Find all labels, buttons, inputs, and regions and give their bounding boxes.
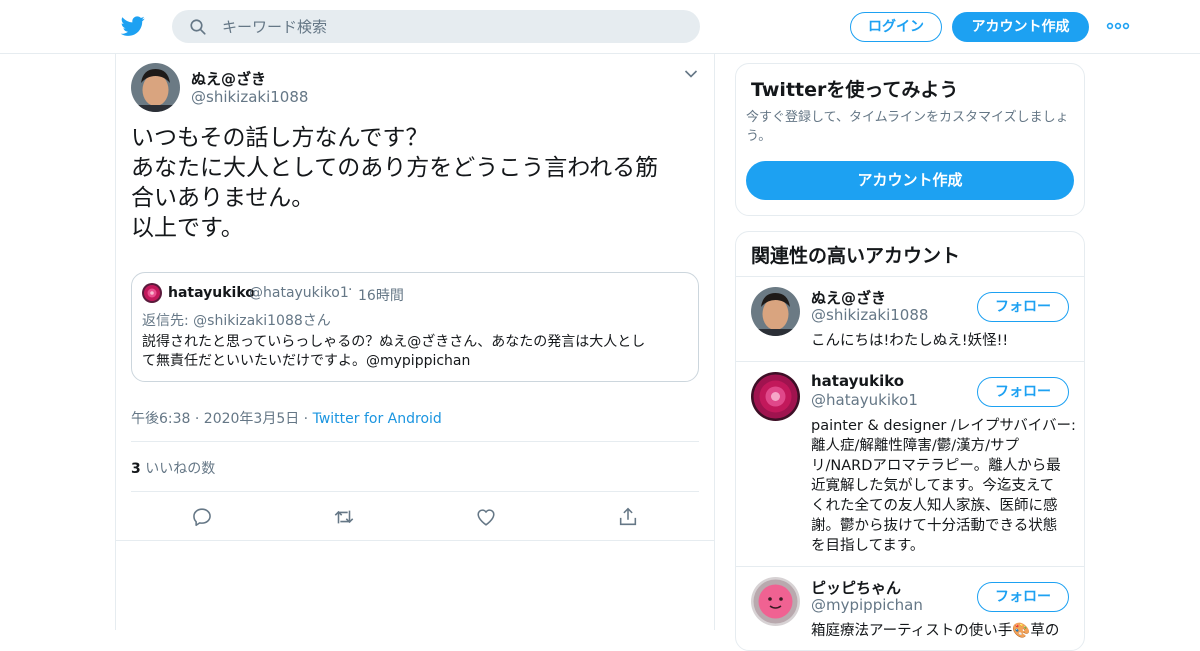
bio-line: 箱庭療法アーティストの使い手🎨草の <box>811 623 1060 639</box>
follow-button[interactable]: フォロー <box>977 292 1069 322</box>
tweet-text-line: 合いありません。 <box>131 185 315 211</box>
like-icon[interactable] <box>475 506 497 528</box>
tweet-text-line: いつもその話し方なんです？ <box>131 125 429 151</box>
account-bio: 箱庭療法アーティストの使い手🎨草の <box>811 621 1073 641</box>
quote-author-name: hatayukiko <box>168 285 255 301</box>
bio-line: を目指してます。 <box>811 538 925 554</box>
divider <box>131 491 699 492</box>
retweet-icon[interactable] <box>333 506 355 528</box>
search-bar[interactable] <box>172 10 700 43</box>
account-avatar[interactable] <box>751 372 800 421</box>
likes-count[interactable]: 3 いいねの数 <box>131 458 215 478</box>
tweet-text-line: あなたに大人としてのあり方をどうこう言われる筋 <box>131 155 659 181</box>
description-line: 今すぐ登録して、タイムラインをカスタマイズしましょ <box>746 110 1069 125</box>
account-avatar[interactable] <box>751 287 800 336</box>
account-name[interactable]: ぬえ@ざき <box>811 287 886 308</box>
quote-text-line: 説得されたと思っていらっしゃるの？ぬえ@ざきさん、あなたの発言は大人とし <box>142 334 646 350</box>
account-avatar[interactable] <box>751 577 800 626</box>
tweet: ぬえ@ざき @shikizaki1088 いつもその話し方なんです？ あなたに大… <box>116 53 714 541</box>
tweet-timestamp[interactable]: 午後6:38 · 2020年3月5日 · <box>131 411 313 427</box>
signup-button[interactable]: アカウント作成 <box>952 12 1089 42</box>
more-options-icon[interactable] <box>1106 22 1130 30</box>
related-accounts-header: 関連性の高いアカウント <box>736 232 1084 277</box>
chevron-down-icon[interactable] <box>684 69 698 79</box>
bio-line: リ/NARDアロマテラピー。離人から最 <box>811 458 1061 474</box>
quote-time: 16時間 <box>358 288 404 304</box>
create-account-button[interactable]: アカウント作成 <box>746 161 1074 200</box>
account-name[interactable]: ピッピちゃん <box>811 577 901 598</box>
author-name[interactable]: ぬえ@ざき <box>191 68 266 89</box>
tweet-text: いつもその話し方なんです？ あなたに大人としてのあり方をどうこう言われる筋 合い… <box>131 123 701 243</box>
bio-line: こんにちは!わたしぬえ!妖怪!! <box>811 333 1009 349</box>
author-avatar[interactable] <box>131 63 180 112</box>
reply-icon[interactable] <box>191 506 213 528</box>
account-handle[interactable]: @shikizaki1088 <box>811 306 928 324</box>
follow-button[interactable]: フォロー <box>977 377 1069 407</box>
bio-line: 近寛解した気がしてます。今迄支えて <box>811 478 1055 494</box>
follow-button[interactable]: フォロー <box>977 582 1069 612</box>
bio-line: 謝。鬱から抜けて十分活動できる状態 <box>811 518 1058 534</box>
search-icon <box>190 19 206 35</box>
top-bar: ログイン アカウント作成 <box>0 0 1200 54</box>
related-accounts-title: 関連性の高いアカウント <box>751 245 961 267</box>
quoted-tweet[interactable]: hatayukiko @hatayukiko1 · 16時間 返信先: @shi… <box>131 272 699 382</box>
author-handle[interactable]: @shikizaki1088 <box>191 88 308 106</box>
signup-prompt-title: Twitterを使ってみよう <box>751 79 959 101</box>
quote-text-line: て無責任だといいたいだけですよ。@mypippichan <box>142 353 471 369</box>
bio-line: painter & designer /レイプサバイバー: <box>811 418 1076 434</box>
share-icon[interactable] <box>617 506 639 528</box>
account-bio: painter & designer /レイプサバイバー: 離人症/解離性障害/… <box>811 416 1076 556</box>
related-account[interactable]: ぬえ@ざき @shikizaki1088 フォロー こんにちは!わたしぬえ!妖怪… <box>736 277 1084 362</box>
quote-reply-to: 返信先: @shikizaki1088さん <box>142 313 331 329</box>
related-account[interactable]: ピッピちゃん @mypippichan フォロー 箱庭療法アーティストの使い手🎨… <box>736 567 1084 650</box>
quote-text: 説得されたと思っていらっしゃるの？ぬえ@ざきさん、あなたの発言は大人とし て無責… <box>142 333 692 371</box>
bio-line: 離人症/解離性障害/鬱/漢方/サプ <box>811 438 1020 454</box>
account-bio: こんにちは!わたしぬえ!妖怪!! <box>811 331 1073 351</box>
twitter-logo-icon[interactable] <box>120 14 146 38</box>
quote-separator: · <box>348 282 353 298</box>
tweet-metadata: 午後6:38 · 2020年3月5日 · Twitter for Android <box>131 408 442 428</box>
quote-author-handle: @hatayukiko1 <box>249 285 349 301</box>
likes-number: 3 <box>131 461 141 477</box>
tweet-column: ぬえ@ざき @shikizaki1088 いつもその話し方なんです？ あなたに大… <box>115 53 715 630</box>
signup-prompt-description: 今すぐ登録して、タイムラインをカスタマイズしましょ う。 <box>746 108 1078 146</box>
bio-line: くれた全ての友人知人家族、医師に感 <box>811 498 1058 514</box>
description-line: う。 <box>746 129 772 144</box>
divider <box>131 441 699 442</box>
search-input[interactable] <box>222 10 682 43</box>
tweet-source-link[interactable]: Twitter for Android <box>313 411 442 427</box>
likes-label: いいねの数 <box>145 461 216 477</box>
related-account[interactable]: hatayukiko @hatayukiko1 フォロー painter & d… <box>736 362 1084 567</box>
login-button[interactable]: ログイン <box>850 12 942 42</box>
account-handle[interactable]: @mypippichan <box>811 596 923 614</box>
related-accounts-card: 関連性の高いアカウント ぬえ@ざき @shikizaki1088 フォロー こん… <box>735 231 1085 651</box>
signup-prompt-card: Twitterを使ってみよう 今すぐ登録して、タイムラインをカスタマイズしましょ… <box>735 63 1085 216</box>
account-name[interactable]: hatayukiko <box>811 372 904 390</box>
account-handle[interactable]: @hatayukiko1 <box>811 391 918 409</box>
tweet-text-line: 以上です。 <box>131 215 244 241</box>
quote-author-avatar <box>142 283 162 303</box>
